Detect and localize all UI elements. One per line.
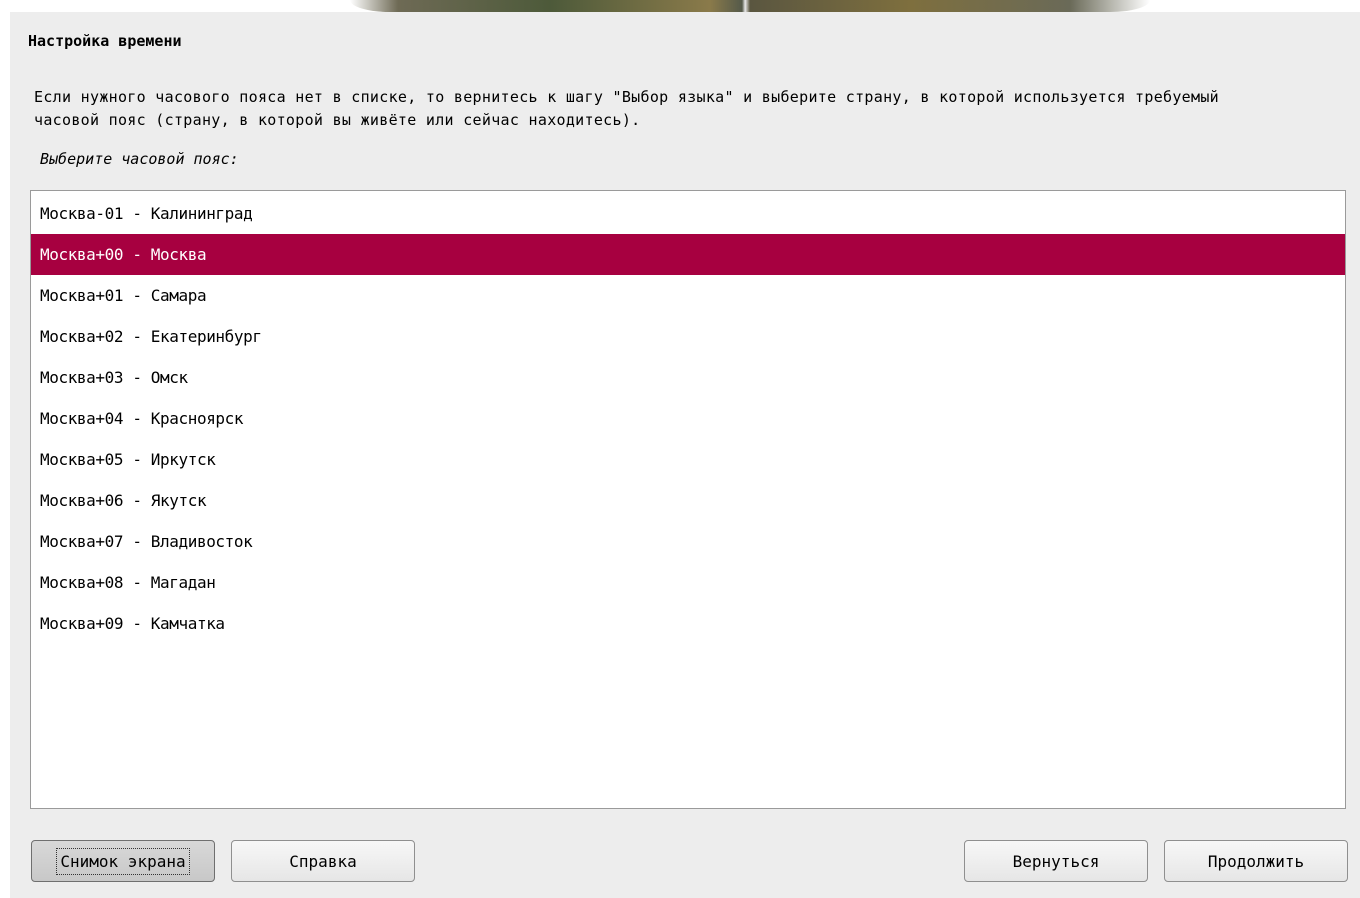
header-banner [0, 0, 1360, 12]
screenshot-button[interactable]: Снимок экрана [31, 840, 215, 882]
timezone-list[interactable]: Москва-01 - Калининград Москва+00 - Моск… [30, 190, 1346, 809]
list-item-samara[interactable]: Москва+01 - Самара [31, 275, 1345, 316]
help-button-label: Справка [289, 851, 357, 871]
list-item-irkutsk[interactable]: Москва+05 - Иркутск [31, 439, 1345, 480]
help-button[interactable]: Справка [231, 840, 415, 882]
list-item-yekaterinburg[interactable]: Москва+02 - Екатеринбург [31, 316, 1345, 357]
list-item-vladivostok[interactable]: Москва+07 - Владивосток [31, 521, 1345, 562]
list-item-omsk[interactable]: Москва+03 - Омск [31, 357, 1345, 398]
continue-button-label: Продолжить [1207, 851, 1305, 871]
back-button[interactable]: Вернуться [964, 840, 1148, 882]
list-item-kaliningrad[interactable]: Москва-01 - Калининград [31, 193, 1345, 234]
list-item-krasnoyarsk[interactable]: Москва+04 - Красноярск [31, 398, 1345, 439]
page-title: Настройка времени [28, 32, 182, 50]
continue-button[interactable]: Продолжить [1164, 840, 1348, 882]
list-item-moscow[interactable]: Москва+00 - Москва [31, 234, 1345, 275]
back-button-label: Вернуться [1012, 851, 1100, 871]
list-item-yakutsk[interactable]: Москва+06 - Якутск [31, 480, 1345, 521]
list-item-kamchatka[interactable]: Москва+09 - Камчатка [31, 603, 1345, 644]
banner-image [350, 0, 1150, 12]
description-text: Если нужного часового пояса нет в списке… [34, 88, 1220, 129]
screenshot-button-label: Снимок экрана [56, 847, 190, 875]
list-item-magadan[interactable]: Москва+08 - Магадан [31, 562, 1345, 603]
list-prompt: Выберите часовой пояс: [40, 150, 239, 168]
